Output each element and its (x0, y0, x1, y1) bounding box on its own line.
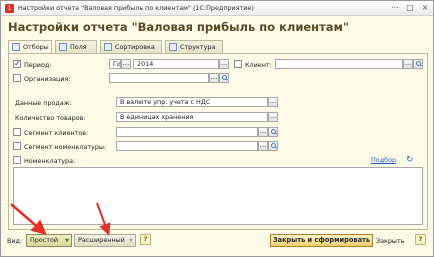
close-button[interactable]: Закрыть (376, 237, 404, 245)
tab-sorting[interactable]: Сортировка (100, 40, 162, 53)
client-select-button[interactable]: ... (403, 59, 413, 69)
close-icon[interactable]: × (419, 2, 431, 14)
1c-app-icon: 1 (5, 4, 14, 13)
organization-label: Организация: (24, 75, 71, 83)
client-segment-checkbox[interactable] (13, 128, 21, 136)
client-field[interactable] (275, 59, 403, 69)
dropdown-arrow-icon: ▼ (65, 238, 69, 244)
period-label: Период: (24, 61, 52, 69)
sales-data-field[interactable]: В валюте упр. учета с НДС (116, 97, 268, 107)
sales-data-label: Данные продаж: (15, 99, 72, 107)
tab-label: Отборы (23, 43, 49, 51)
simple-view-label: Простой (30, 236, 59, 244)
nomen-segment-label: Сегмент номенклатуры: (24, 143, 107, 151)
client-segment-field[interactable] (116, 127, 258, 137)
nomenclature-checkbox[interactable] (13, 156, 21, 164)
filter-tab-icon (12, 43, 20, 51)
goods-qty-field[interactable]: В единицах хранения (116, 112, 268, 122)
organization-select-button[interactable]: ... (209, 73, 219, 83)
client-segment-search-icon[interactable] (268, 127, 278, 137)
organization-checkbox[interactable] (13, 74, 21, 82)
help-button[interactable]: ? (140, 234, 151, 245)
nomen-segment-search-icon[interactable] (268, 141, 278, 151)
period-value-field[interactable]: 2014 (133, 59, 219, 69)
tab-label: Сортировка (115, 43, 155, 51)
more-icon[interactable]: ⋯ (389, 2, 401, 14)
title-bar: 1 Настройки отчета "Валовая прибыль по к… (1, 1, 433, 16)
simple-view-button[interactable]: Простой ▼ (26, 234, 72, 247)
nomenclature-label: Номенклатура: (24, 157, 76, 165)
period-value-select-button[interactable]: ... (219, 59, 229, 69)
sales-data-select-button[interactable]: ... (268, 97, 278, 107)
refresh-icon[interactable]: ↻ (406, 156, 415, 165)
report-settings-window: 1 Настройки отчета "Валовая прибыль по к… (0, 0, 434, 257)
tab-structure[interactable]: Структура (165, 40, 223, 53)
page-title: Настройки отчета "Валовая прибыль по кли… (8, 20, 349, 34)
close-and-build-button[interactable]: Закрыть и сформировать (270, 234, 373, 247)
extended-view-button[interactable]: Расширенный ▼ (74, 234, 136, 247)
organization-search-icon[interactable] (219, 73, 229, 83)
nomenclature-list[interactable] (13, 167, 423, 225)
period-unit-select-button[interactable]: ... (121, 59, 131, 69)
fields-tab-icon (59, 43, 67, 51)
nomen-segment-checkbox[interactable] (13, 142, 21, 150)
nomen-segment-select-button[interactable]: ... (258, 141, 268, 151)
help-icon[interactable]: ? (415, 234, 426, 245)
client-segment-label: Сегмент клиентов: (24, 129, 89, 137)
view-label: Вид: (7, 237, 23, 245)
nomen-segment-field[interactable] (116, 141, 258, 151)
goods-qty-select-button[interactable]: ... (268, 112, 278, 122)
maximize-icon[interactable]: □ (404, 2, 416, 14)
filters-panel: Период: Год ... 2014 ... Клиент: ... Орг… (8, 53, 428, 230)
tab-filters[interactable]: Отборы (8, 40, 52, 54)
extended-view-label: Расширенный (78, 236, 125, 244)
tab-label: Структура (180, 43, 216, 51)
tab-fields[interactable]: Поля (55, 40, 97, 53)
sorting-tab-icon (104, 43, 112, 51)
organization-field[interactable] (109, 73, 209, 83)
client-segment-select-button[interactable]: ... (258, 127, 268, 137)
client-search-icon[interactable] (413, 59, 423, 69)
goods-qty-label: Количество товаров: (15, 114, 86, 122)
bottom-bar: Вид: Простой ▼ Расширенный ▼ ? Закрыть и… (1, 232, 433, 256)
client-label: Клиент: (245, 61, 272, 69)
dropdown-arrow-icon: ▼ (129, 238, 133, 244)
structure-tab-icon (169, 43, 177, 51)
period-unit-field[interactable]: Год (109, 59, 121, 69)
period-checkbox[interactable] (13, 59, 21, 68)
window-title: Настройки отчета "Валовая прибыль по кли… (18, 4, 254, 12)
client-checkbox[interactable] (234, 60, 242, 68)
tab-label: Поля (70, 43, 87, 51)
pick-link[interactable]: Подбор (371, 156, 396, 164)
